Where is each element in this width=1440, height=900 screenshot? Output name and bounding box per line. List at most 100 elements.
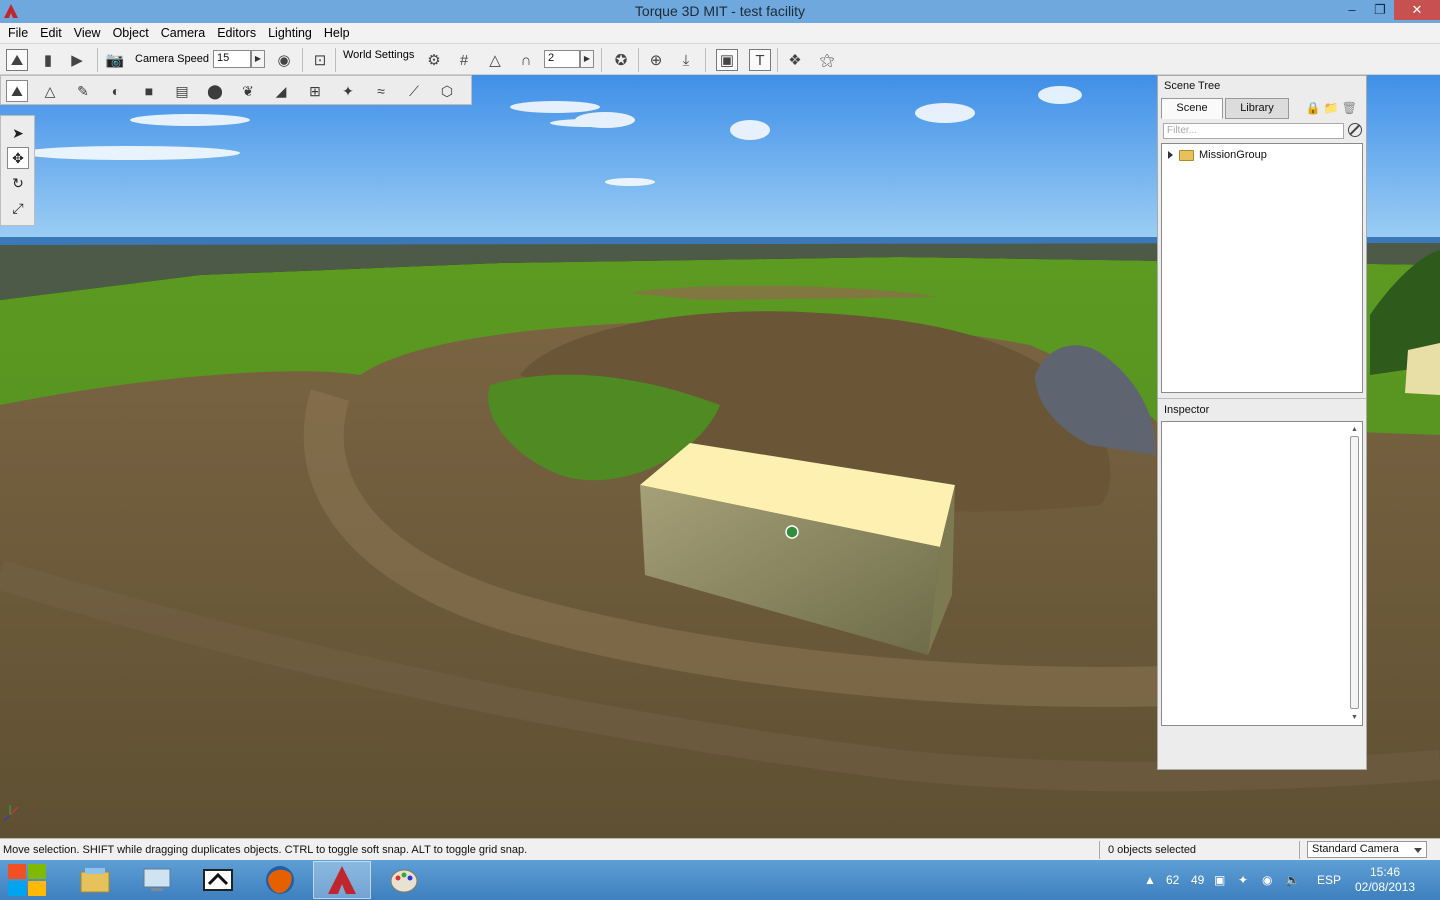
scale-tool-icon[interactable]: ⤢	[7, 197, 29, 219]
river-editor-icon[interactable]: ≈	[370, 80, 392, 102]
snap-size-input[interactable]: 2	[544, 50, 580, 68]
utility-app-icon[interactable]	[189, 861, 247, 899]
grid-snap-icon[interactable]: #	[453, 49, 475, 71]
text-labels-icon[interactable]: T	[749, 49, 771, 71]
windows-taskbar: ▲ 62 49 ▣ ✦ ◉ 🔈 ESP 15:46 02/08/2013	[0, 860, 1440, 900]
tray-number-1: 62	[1166, 873, 1180, 887]
menu-lighting[interactable]: Lighting	[262, 26, 318, 40]
display-icon[interactable]: ▣	[1214, 873, 1225, 887]
folder-icon	[1179, 149, 1194, 161]
magnet-icon[interactable]: ∩	[515, 49, 537, 71]
lock-icon[interactable]: 🔒	[1306, 101, 1324, 115]
decal-editor-icon[interactable]: ◢	[270, 80, 292, 102]
inspector-scrollbar[interactable]: ▲ ▼	[1349, 424, 1360, 723]
scroll-thumb[interactable]	[1350, 436, 1359, 709]
snap-settings-icon[interactable]: ⚙	[423, 49, 445, 71]
filter-input[interactable]: Filter...	[1163, 123, 1344, 139]
tray-overflow-icon[interactable]: ▲	[1144, 873, 1156, 887]
inspector-body: ▲ ▼	[1161, 421, 1363, 726]
scene-tree-title: Scene Tree	[1164, 80, 1221, 92]
firefox-icon[interactable]	[251, 861, 309, 899]
camera-speed-input[interactable]: 15	[213, 50, 251, 68]
windows-start-icon[interactable]	[8, 864, 46, 896]
expand-arrow-icon[interactable]	[1168, 151, 1173, 159]
gui-editor-icon[interactable]: ▮	[37, 49, 59, 71]
remote-desktop-icon[interactable]	[128, 861, 186, 899]
close-button[interactable]: ✕	[1394, 0, 1440, 20]
fit-view-icon[interactable]: ⊡	[309, 49, 331, 71]
camera-icon[interactable]: 📷	[104, 49, 126, 71]
prefab-icon[interactable]: ❖	[784, 49, 806, 71]
menu-file[interactable]: File	[2, 26, 34, 40]
restore-button[interactable]: ❐	[1366, 0, 1394, 20]
scene-tree-list: MissionGroup	[1161, 143, 1363, 393]
object-editor-icon[interactable]: ⛰	[6, 80, 28, 102]
world-editor-icon[interactable]: ⛰	[6, 49, 28, 71]
move-tool-icon[interactable]: ✥	[7, 147, 29, 169]
terrain-painter-icon[interactable]: ✎	[72, 80, 94, 102]
play-game-icon[interactable]: ▶	[66, 49, 88, 71]
tab-scene[interactable]: Scene	[1161, 98, 1223, 119]
scene-tree-actions: 🔒📁🗑	[1306, 101, 1360, 115]
selection-box-icon[interactable]: ▣	[716, 49, 738, 71]
paint-icon[interactable]	[375, 861, 433, 899]
world-settings-label[interactable]: World Settings	[343, 49, 414, 61]
scroll-up-icon[interactable]: ▲	[1349, 424, 1360, 435]
drop-to-terrain-icon[interactable]: ⤓	[675, 49, 697, 71]
new-folder-icon[interactable]: 📁	[1324, 101, 1342, 115]
menu-object[interactable]: Object	[107, 26, 155, 40]
clock[interactable]: 15:46 02/08/2013	[1350, 865, 1420, 895]
selection-count: 0 objects selected	[1108, 844, 1197, 856]
status-bar: Move selection. SHIFT while dragging dup…	[0, 838, 1440, 860]
particle-editor-icon[interactable]: ✦	[337, 80, 359, 102]
rotate-tool-icon[interactable]: ↻	[7, 172, 29, 194]
torque-taskbar-icon[interactable]	[313, 861, 371, 899]
menu-edit[interactable]: Edit	[34, 26, 68, 40]
camera-speed-arrow[interactable]: ▶	[251, 50, 265, 68]
snap-size-arrow[interactable]: ▶	[580, 50, 594, 68]
terrain-editor-icon[interactable]: △	[39, 80, 61, 102]
menu-camera[interactable]: Camera	[155, 26, 211, 40]
menu-editors[interactable]: Editors	[211, 26, 262, 40]
object-snap-icon[interactable]: ✪	[610, 49, 632, 71]
mesh-road-editor-icon[interactable]: ⊞	[304, 80, 326, 102]
transform-palette: ➤ ✥ ↻ ⤢	[0, 115, 35, 226]
tray-number-2: 49	[1191, 873, 1205, 887]
tab-library[interactable]: Library	[1225, 98, 1289, 119]
bat-icon[interactable]: ⚝	[816, 49, 838, 71]
visibility-eye-icon[interactable]: ◉	[273, 49, 295, 71]
camera-speed-label: Camera Speed	[135, 53, 209, 65]
camera-mode-select[interactable]: Standard Camera	[1307, 841, 1427, 858]
forest-editor-icon[interactable]: ❦	[237, 80, 259, 102]
inspector-title: Inspector	[1158, 398, 1366, 420]
select-arrow-icon[interactable]: ➤	[7, 122, 29, 144]
main-toolbar: ⛰ ▮ ▶ 📷 Camera Speed 15 ▶ ◉ ⊡ World Sett…	[0, 43, 1440, 75]
scene-tree-panel: Scene Tree Scene Library 🔒📁🗑 Filter... M…	[1157, 75, 1367, 770]
tree-item-missiongroup[interactable]: MissionGroup	[1168, 149, 1267, 161]
shape-editor-icon[interactable]: ■	[138, 80, 160, 102]
title-bar: Torque 3D MIT - test facility – ❐ ✕	[0, 0, 1440, 23]
datablock-editor-icon[interactable]: ▤	[171, 80, 193, 102]
clock-time: 15:46	[1369, 865, 1401, 879]
volume-icon[interactable]: 🔈	[1285, 873, 1300, 887]
scroll-down-icon[interactable]: ▼	[1349, 712, 1360, 723]
sketch-tool-icon[interactable]: ⬤	[204, 80, 226, 102]
chevron-down-icon	[1414, 848, 1422, 853]
camera-mode-value: Standard Camera	[1312, 843, 1399, 855]
delete-icon[interactable]: 🗑	[1342, 101, 1360, 115]
file-explorer-icon[interactable]	[66, 861, 124, 899]
antivirus-icon[interactable]: ◉	[1262, 873, 1272, 887]
status-message: Move selection. SHIFT while dragging dup…	[3, 844, 528, 856]
menu-view[interactable]: View	[68, 26, 107, 40]
network-icon[interactable]: ✦	[1238, 873, 1248, 887]
material-editor-icon[interactable]: ◐	[105, 80, 127, 102]
navmesh-editor-icon[interactable]: ⬡	[436, 80, 458, 102]
drop-at-origin-icon[interactable]: ⊕	[645, 49, 667, 71]
language-indicator[interactable]: ESP	[1317, 873, 1341, 887]
menu-help[interactable]: Help	[318, 26, 356, 40]
terrain-snap-icon[interactable]: △	[484, 49, 506, 71]
clear-filter-icon[interactable]	[1348, 123, 1362, 137]
minimize-button[interactable]: –	[1338, 0, 1366, 20]
tree-item-label: MissionGroup	[1199, 149, 1267, 161]
road-editor-icon[interactable]: ⟋	[403, 80, 425, 102]
